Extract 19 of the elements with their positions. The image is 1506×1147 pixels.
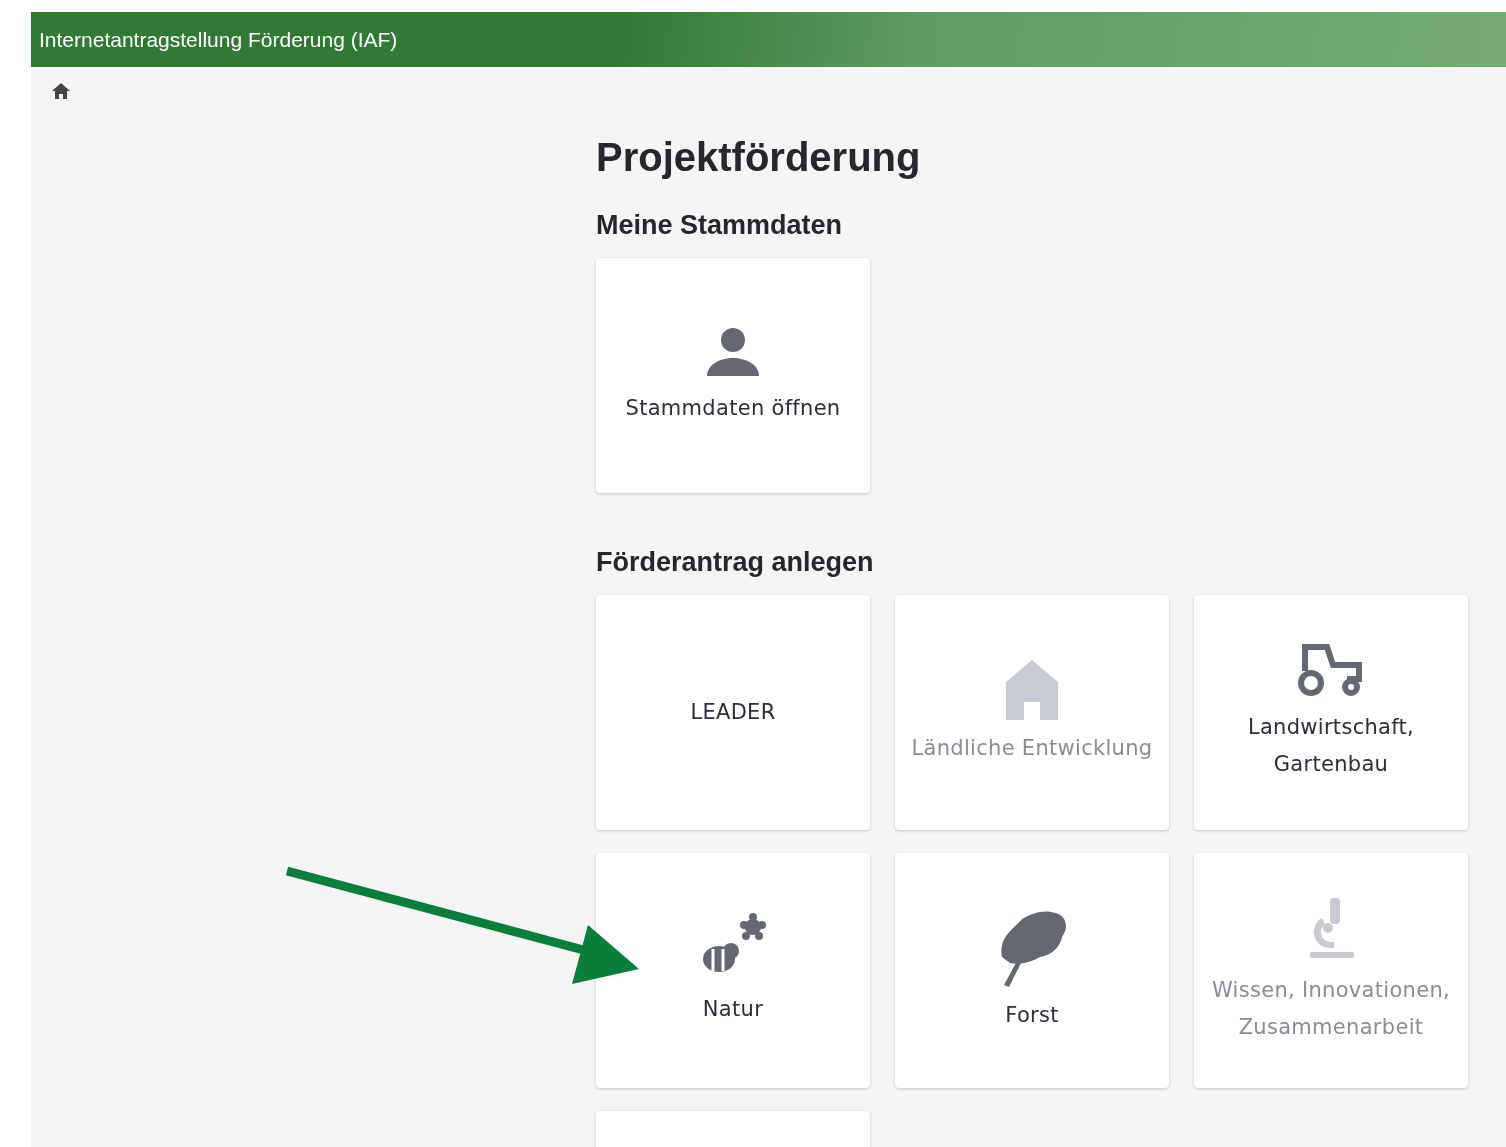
category-tile[interactable]: LEADER [596,595,870,830]
house-icon [1004,658,1060,720]
tile-label: Landwirtschaft, Gartenbau [1246,713,1416,778]
section-heading: Förderantrag anlegen [596,547,875,578]
tile-label: Wissen, Innovationen, Zusammenarbeit [1211,976,1451,1041]
category-tile[interactable]: Forst [895,853,1169,1088]
app-title: Internetantragstellung Förderung (IAF) [39,27,398,52]
home-icon[interactable] [52,83,70,99]
page-title: Projektförderung [596,135,922,180]
tile-label: LEADER [690,699,776,726]
tile-label: Natur [702,996,764,1023]
section-heading: Meine Stammdaten [596,210,844,241]
tile-label: Stammdaten öffnen [625,395,841,422]
tile-label: Forst [1005,1002,1059,1029]
category-tile[interactable]: Stammdaten öffnen [596,258,870,493]
category-tile[interactable]: Landwirtschaft, Gartenbau [1194,595,1468,830]
category-tile[interactable]: Natur [596,853,870,1088]
tile-label: Ländliche Entwicklung [911,735,1153,762]
tractor-icon [1297,642,1365,699]
